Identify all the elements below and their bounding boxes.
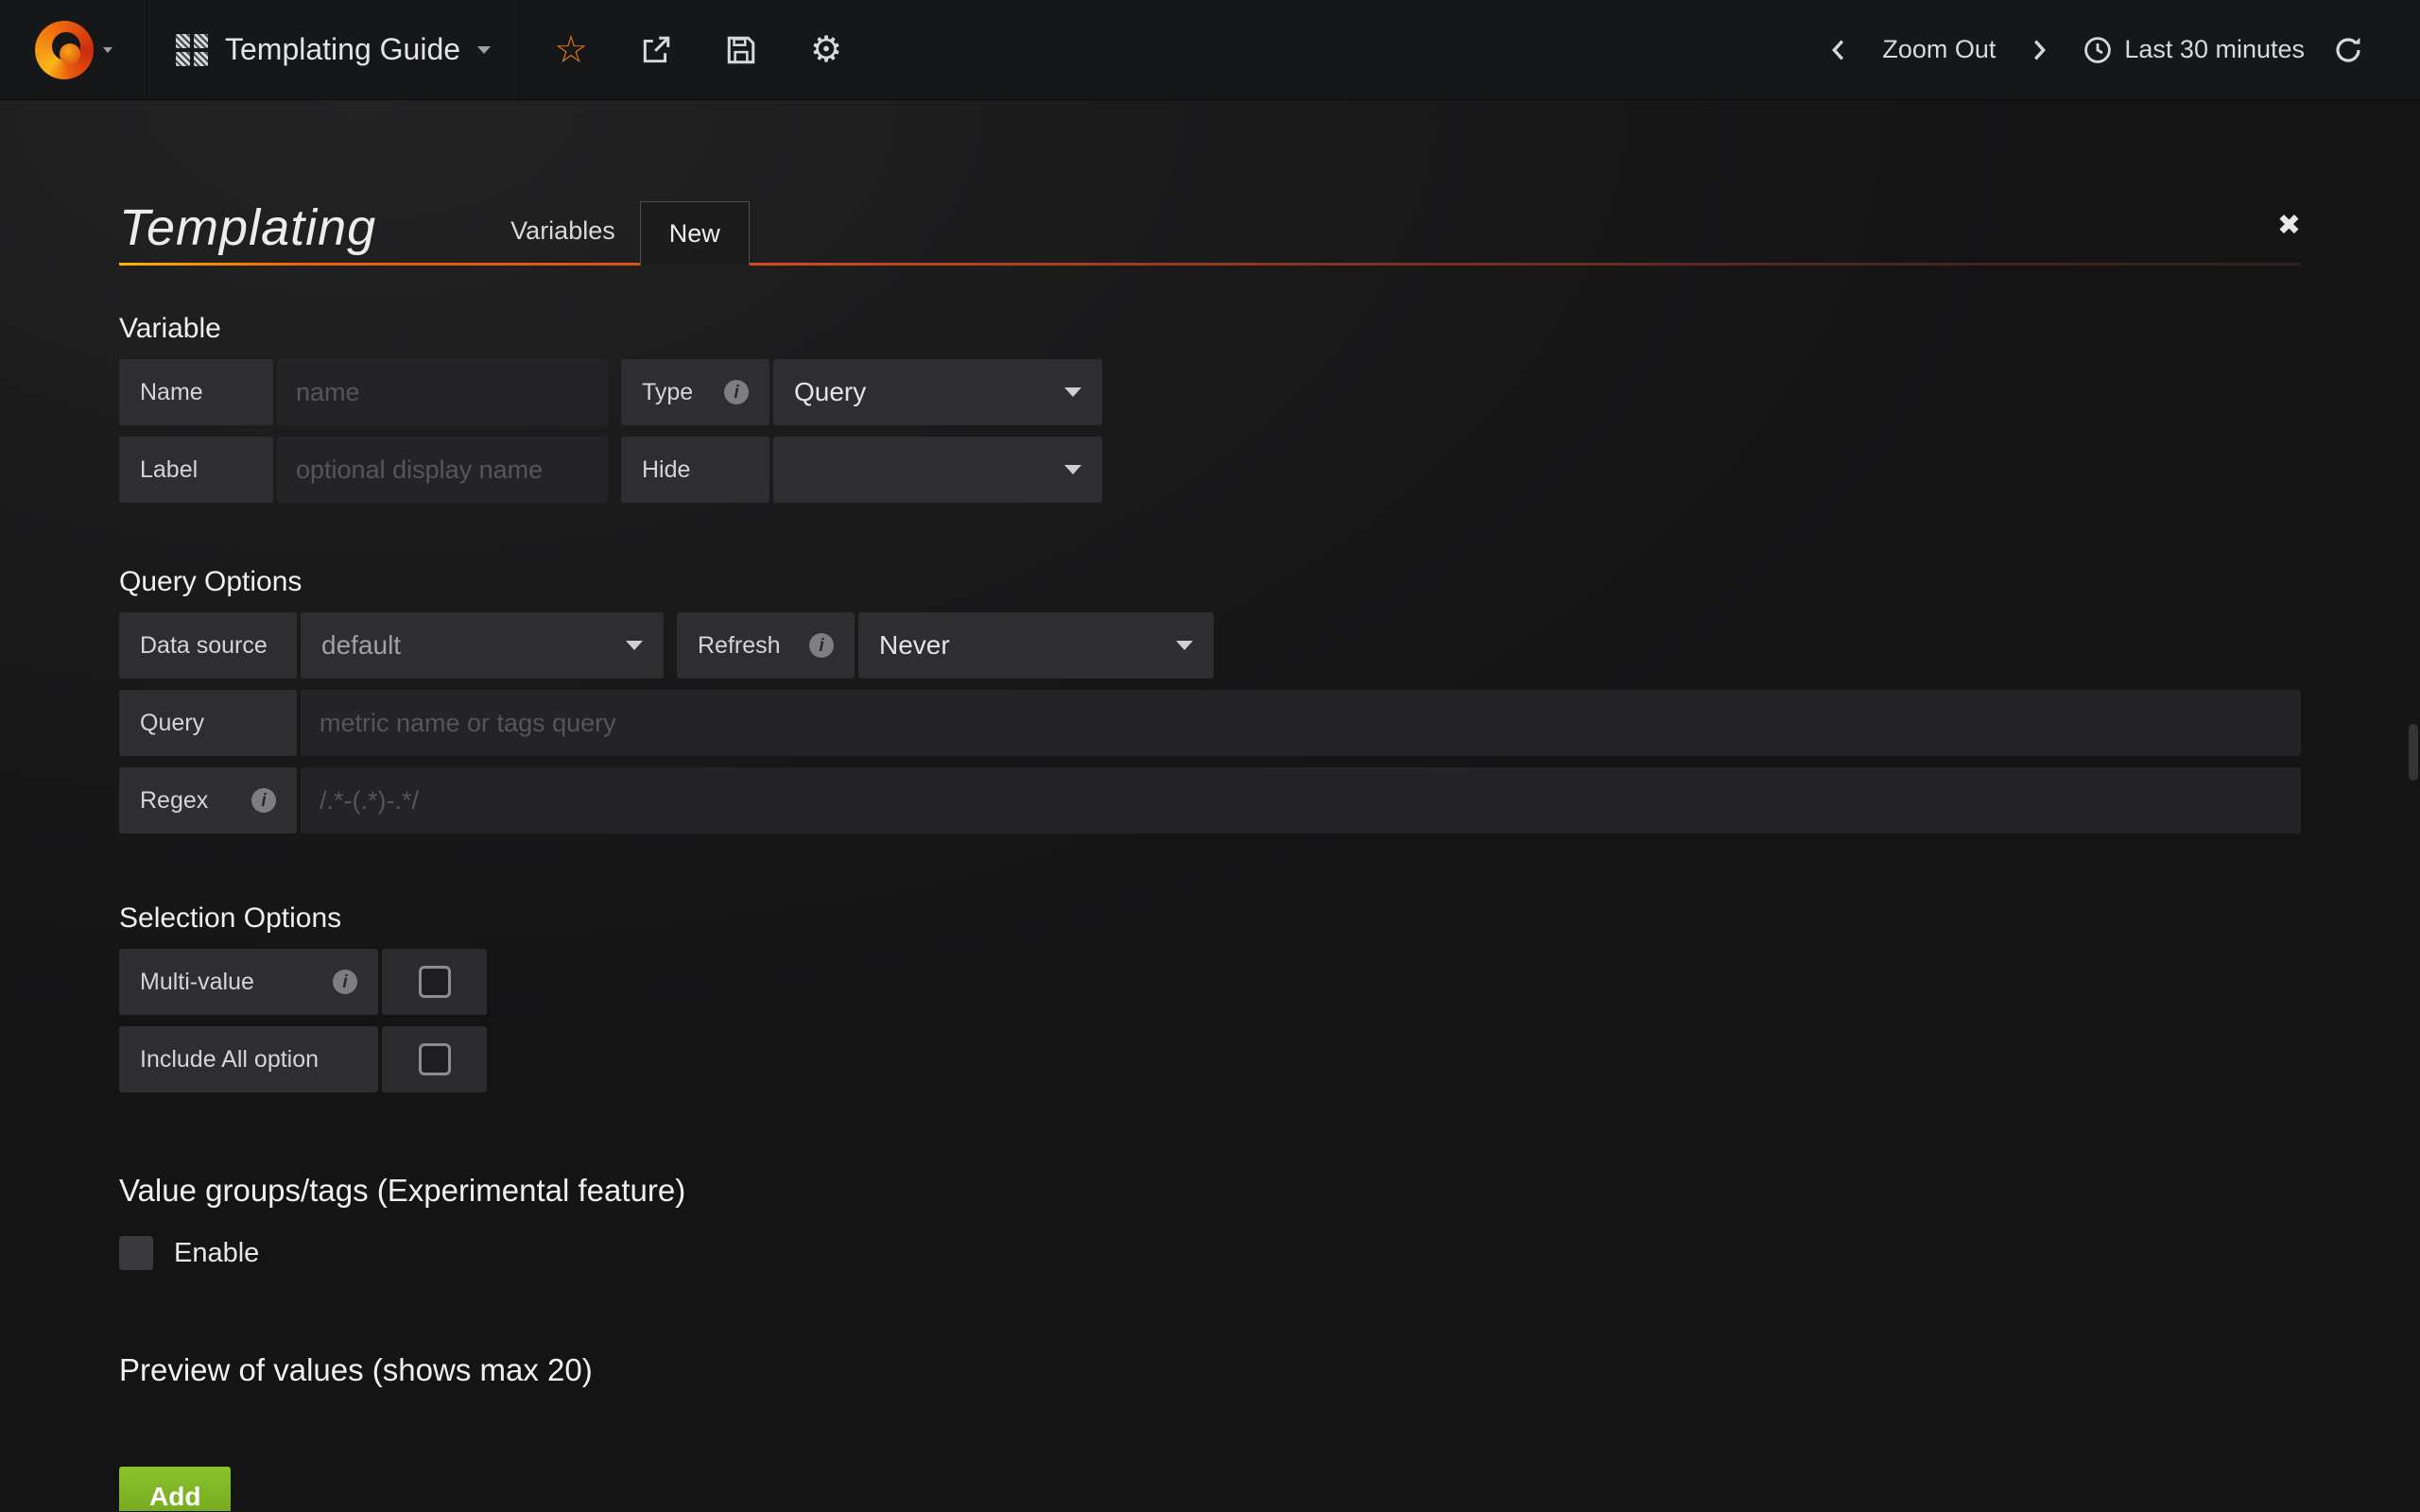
query-label: Query [119, 690, 297, 756]
include-all-checkbox[interactable] [382, 1026, 487, 1092]
time-range-label: Last 30 minutes [2124, 35, 2305, 64]
time-picker-button[interactable]: Last 30 minutes [2083, 35, 2305, 65]
value-groups-heading: Value groups/tags (Experimental feature) [119, 1172, 2301, 1210]
refresh-label: Refresh [698, 632, 781, 660]
regex-row: Regex i [119, 767, 2301, 833]
variable-name-row: Name Type i Query [119, 359, 2301, 425]
star-icon: ☆ [554, 31, 588, 69]
regex-label: Regex [140, 787, 208, 815]
type-label: Type [642, 379, 693, 406]
variable-form: Name Type i Query Label Hide [119, 359, 2301, 503]
close-icon[interactable]: ✖ [2277, 209, 2301, 263]
variable-label-row: Label Hide [119, 437, 2301, 503]
query-options-heading: Query Options [119, 565, 2301, 599]
tab-new[interactable]: New [640, 201, 750, 266]
caret-down-icon [1176, 641, 1193, 650]
top-navbar: Templating Guide ☆ ⚙ [0, 0, 2420, 100]
refresh-icon [2333, 35, 2363, 65]
info-icon: i [333, 970, 357, 994]
templating-editor-header: Templating Variables New ✖ [119, 191, 2301, 263]
datasource-select-value: default [321, 630, 401, 661]
variable-heading: Variable [119, 312, 2301, 346]
zoom-back-button[interactable] [1820, 31, 1858, 69]
dashboard-title-button[interactable]: Templating Guide [147, 0, 520, 99]
checkbox-icon [419, 966, 451, 998]
refresh-select-value: Never [879, 630, 950, 661]
multi-value-label: Multi-value [140, 969, 254, 996]
time-controls: Zoom Out Last 30 minutes [1820, 31, 2420, 69]
multi-value-checkbox[interactable] [382, 949, 487, 1015]
enable-label: Enable [174, 1238, 259, 1269]
editor-title: Templating [119, 198, 376, 263]
type-select[interactable]: Query [773, 359, 1102, 425]
dashboard-caret-icon [477, 46, 491, 54]
dashboard-grid-icon [176, 34, 208, 66]
label-input[interactable] [277, 437, 608, 503]
datasource-row: Data source default Refresh i Never [119, 612, 2301, 679]
chevron-left-icon [1824, 36, 1853, 64]
header-accent-line [119, 263, 2301, 266]
enable-checkbox[interactable] [119, 1236, 153, 1270]
save-button[interactable] [722, 31, 760, 69]
refresh-label-chip: Refresh i [677, 612, 855, 679]
chevron-right-icon [2025, 36, 2053, 64]
share-icon [640, 34, 672, 66]
enable-row: Enable [119, 1234, 2301, 1272]
caret-down-icon [626, 641, 643, 650]
multi-value-label-chip: Multi-value i [119, 949, 378, 1015]
hide-select[interactable] [773, 437, 1102, 503]
grafana-logo-icon [35, 21, 94, 79]
info-icon: i [724, 380, 749, 404]
share-button[interactable] [637, 31, 675, 69]
dashboard-area: Templating Variables New ✖ Variable Name… [0, 100, 2420, 1511]
query-row: Query [119, 690, 2301, 756]
include-all-label: Include All option [119, 1026, 378, 1092]
info-icon: i [251, 788, 276, 813]
caret-down-icon [1064, 387, 1081, 397]
name-input[interactable] [277, 359, 608, 425]
regex-input[interactable] [301, 767, 2301, 833]
star-button[interactable]: ☆ [552, 31, 590, 69]
settings-button[interactable]: ⚙ [807, 31, 845, 69]
add-button[interactable]: Add [119, 1467, 231, 1511]
label-label: Label [119, 437, 273, 503]
type-select-value: Query [794, 377, 866, 407]
logo-caret-icon [103, 47, 112, 53]
save-icon [725, 34, 757, 66]
preview-heading: Preview of values (shows max 20) [119, 1351, 2301, 1389]
query-options-form: Data source default Refresh i Never Quer… [119, 612, 2301, 833]
name-label: Name [119, 359, 273, 425]
dashboard-title: Templating Guide [225, 32, 460, 67]
multi-value-row: Multi-value i [119, 949, 2301, 1015]
tab-variables[interactable]: Variables [486, 216, 640, 263]
caret-down-icon [1064, 465, 1081, 474]
info-icon: i [809, 633, 834, 658]
type-label-chip: Type i [621, 359, 769, 425]
selection-options-form: Multi-value i Include All option [119, 949, 2301, 1092]
selection-options-heading: Selection Options [119, 902, 2301, 936]
refresh-button[interactable] [2329, 31, 2367, 69]
gear-icon: ⚙ [810, 32, 842, 68]
refresh-select[interactable]: Never [858, 612, 1214, 679]
dashboard-actions: ☆ ⚙ [552, 31, 845, 69]
clock-icon [2083, 35, 2113, 65]
query-input[interactable] [301, 690, 2301, 756]
checkbox-icon [419, 1043, 451, 1075]
zoom-forward-button[interactable] [2020, 31, 2058, 69]
scrollbar-thumb[interactable] [2409, 724, 2418, 781]
zoom-out-button[interactable]: Zoom Out [1882, 35, 1996, 64]
datasource-select[interactable]: default [301, 612, 664, 679]
datasource-label: Data source [119, 612, 297, 679]
include-all-row: Include All option [119, 1026, 2301, 1092]
grafana-menu-button[interactable] [0, 0, 147, 99]
hide-label: Hide [621, 437, 769, 503]
regex-label-chip: Regex i [119, 767, 297, 833]
